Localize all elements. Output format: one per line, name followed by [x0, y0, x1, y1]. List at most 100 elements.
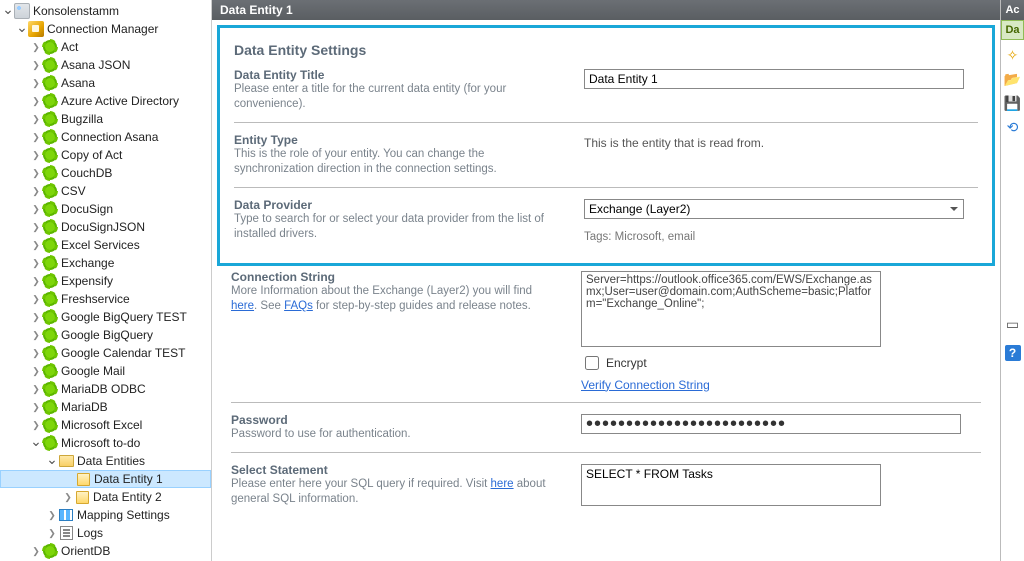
- chevron-right-icon[interactable]: [30, 402, 42, 413]
- chevron-down-icon[interactable]: [30, 435, 42, 452]
- chevron-right-icon[interactable]: [62, 492, 74, 503]
- data-provider-select[interactable]: [584, 199, 964, 219]
- chevron-right-icon[interactable]: [30, 114, 42, 125]
- strip-tab[interactable]: Da: [1001, 20, 1024, 40]
- chevron-right-icon[interactable]: [30, 222, 42, 233]
- field-label: Connection String: [231, 270, 561, 284]
- panel-title: Data Entity 1: [220, 3, 293, 17]
- chevron-right-icon[interactable]: [46, 510, 58, 521]
- tree-root[interactable]: Konsolenstamm: [0, 2, 211, 20]
- chevron-right-icon[interactable]: [30, 366, 42, 377]
- tree-entity-1[interactable]: Data Entity 1: [0, 470, 211, 488]
- gear-icon: [42, 309, 58, 325]
- chevron-down-icon[interactable]: [2, 3, 14, 20]
- tree-logs[interactable]: Logs: [0, 524, 211, 542]
- chevron-right-icon[interactable]: [30, 546, 42, 557]
- chevron-right-icon[interactable]: [30, 168, 42, 179]
- save-icon[interactable]: 💾: [1004, 94, 1022, 112]
- tree-entity-2[interactable]: Data Entity 2: [0, 488, 211, 506]
- sql-here-link[interactable]: here: [491, 478, 514, 490]
- chevron-right-icon[interactable]: [30, 132, 42, 143]
- tree-connection[interactable]: OrientDB: [0, 542, 211, 560]
- tree-connection[interactable]: Act: [0, 38, 211, 56]
- tree-label: MariaDB: [61, 400, 108, 414]
- back-icon[interactable]: ⟲: [1004, 118, 1022, 136]
- tree-connection[interactable]: Google BigQuery: [0, 326, 211, 344]
- tree-data-entities[interactable]: Data Entities: [0, 452, 211, 470]
- chevron-right-icon[interactable]: [30, 348, 42, 359]
- chevron-right-icon[interactable]: [30, 150, 42, 161]
- tree-connection[interactable]: Microsoft Excel: [0, 416, 211, 434]
- tree-connection-todo[interactable]: Microsoft to-do: [0, 434, 211, 452]
- chevron-right-icon[interactable]: [30, 60, 42, 71]
- info-here-link[interactable]: here: [231, 300, 254, 312]
- chevron-right-icon[interactable]: [30, 258, 42, 269]
- chevron-right-icon[interactable]: [30, 240, 42, 251]
- chevron-right-icon[interactable]: [30, 78, 42, 89]
- password-input[interactable]: •••••••••••••••••••••••••: [581, 414, 961, 434]
- chevron-right-icon[interactable]: [30, 204, 42, 215]
- tree-label: Google BigQuery TEST: [61, 310, 187, 324]
- chevron-right-icon[interactable]: [30, 330, 42, 341]
- tree-connection-manager[interactable]: Connection Manager: [0, 20, 211, 38]
- chevron-right-icon[interactable]: [30, 42, 42, 53]
- tree-label: Data Entities: [77, 454, 145, 468]
- field-label: Entity Type: [234, 133, 564, 147]
- tree-connection[interactable]: Connection Asana: [0, 128, 211, 146]
- chevron-right-icon[interactable]: [30, 420, 42, 431]
- highlighted-settings-box: Data Entity Settings Data Entity Title P…: [217, 25, 995, 266]
- tree-connection[interactable]: Exchange: [0, 254, 211, 272]
- chevron-right-icon[interactable]: [30, 384, 42, 395]
- chevron-right-icon[interactable]: [46, 528, 58, 539]
- tree-connection[interactable]: CSV: [0, 182, 211, 200]
- chevron-right-icon[interactable]: [30, 312, 42, 323]
- open-icon[interactable]: 📂: [1004, 70, 1022, 88]
- tree-connection[interactable]: Expensify: [0, 272, 211, 290]
- entity-title-input[interactable]: [584, 69, 964, 89]
- tree-connection[interactable]: Bugzilla: [0, 110, 211, 128]
- faqs-link[interactable]: FAQs: [284, 300, 313, 312]
- tree-connection[interactable]: Google Mail: [0, 362, 211, 380]
- connection-string-input[interactable]: [581, 271, 881, 347]
- field-desc: Please enter a title for the current dat…: [234, 82, 564, 112]
- tree-label: Connection Asana: [61, 130, 158, 144]
- window-icon[interactable]: ▭: [1004, 315, 1022, 333]
- tree-connection[interactable]: Excel Services: [0, 236, 211, 254]
- new-icon[interactable]: ✧: [1004, 46, 1022, 64]
- verify-connection-link[interactable]: Verify Connection String: [581, 378, 710, 392]
- chevron-right-icon[interactable]: [30, 186, 42, 197]
- tree-label: Konsolenstamm: [33, 4, 119, 18]
- entity-type-value: This is the entity that is read from.: [584, 134, 978, 150]
- strip-header: Ac: [1001, 0, 1024, 20]
- tree-connection[interactable]: MariaDB: [0, 398, 211, 416]
- encrypt-checkbox[interactable]: [585, 356, 599, 370]
- tree-connection[interactable]: Copy of Act: [0, 146, 211, 164]
- chevron-down-icon[interactable]: [16, 21, 28, 38]
- gear-icon: [42, 183, 58, 199]
- mapping-icon: [58, 507, 74, 523]
- tree-label: Google Mail: [61, 364, 125, 378]
- select-statement-input[interactable]: [581, 464, 881, 506]
- gear-icon: [42, 363, 58, 379]
- field-label: Data Entity Title: [234, 68, 564, 82]
- tree-connection[interactable]: Asana JSON: [0, 56, 211, 74]
- chevron-right-icon[interactable]: [30, 96, 42, 107]
- tree-connection[interactable]: DocuSignJSON: [0, 218, 211, 236]
- tree-connection[interactable]: Google BigQuery TEST: [0, 308, 211, 326]
- tree-label: Excel Services: [61, 238, 140, 252]
- gear-icon: [42, 57, 58, 73]
- tree-connection[interactable]: Asana: [0, 74, 211, 92]
- chevron-right-icon[interactable]: [30, 276, 42, 287]
- field-desc: Password to use for authentication.: [231, 427, 561, 442]
- tree-connection[interactable]: MariaDB ODBC: [0, 380, 211, 398]
- tree-mapping-settings[interactable]: Mapping Settings: [0, 506, 211, 524]
- tree-connection[interactable]: DocuSign: [0, 200, 211, 218]
- chevron-right-icon[interactable]: [30, 294, 42, 305]
- chevron-down-icon[interactable]: [46, 453, 58, 470]
- field-label: Data Provider: [234, 198, 564, 212]
- tree-connection[interactable]: Azure Active Directory: [0, 92, 211, 110]
- tree-connection[interactable]: Freshservice: [0, 290, 211, 308]
- tree-connection[interactable]: Google Calendar TEST: [0, 344, 211, 362]
- help-icon[interactable]: ?: [1005, 345, 1021, 361]
- tree-connection[interactable]: CouchDB: [0, 164, 211, 182]
